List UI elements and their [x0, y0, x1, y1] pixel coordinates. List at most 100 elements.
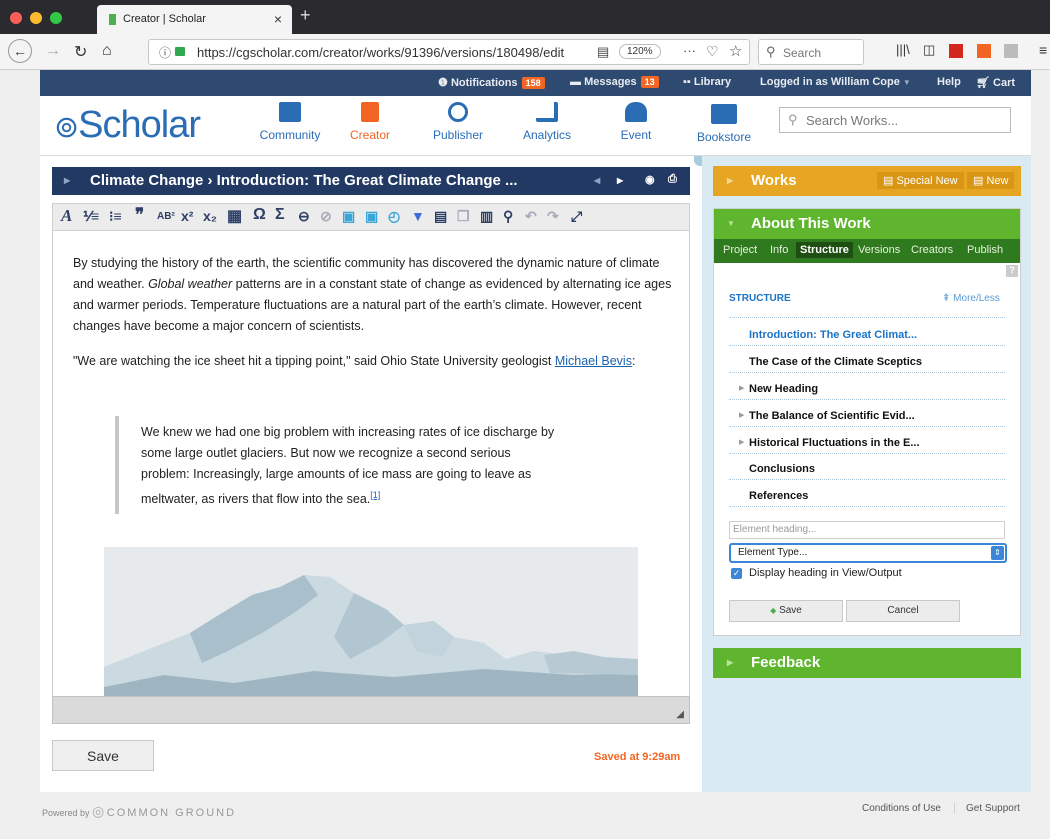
- close-tab-icon[interactable]: ×: [274, 11, 282, 27]
- feedback-panel-header[interactable]: ▶ Feedback: [713, 648, 1021, 678]
- font-style-icon[interactable]: A: [61, 206, 72, 226]
- nav-community[interactable]: Community: [250, 102, 330, 142]
- reader-view-icon[interactable]: ▤: [597, 44, 609, 60]
- nav-analytics[interactable]: Analytics: [507, 102, 587, 142]
- nav-publisher[interactable]: Publisher: [418, 102, 498, 142]
- expand-item-icon[interactable]: ▶: [739, 411, 744, 419]
- structure-cancel-button[interactable]: Cancel: [846, 600, 960, 622]
- superscript-icon[interactable]: x²: [181, 208, 193, 224]
- conditions-of-use-link[interactable]: Conditions of Use: [862, 803, 941, 814]
- structure-item[interactable]: Conclusions: [749, 463, 815, 475]
- search-works-input[interactable]: ⚲ Search Works...: [779, 107, 1011, 133]
- get-support-link[interactable]: Get Support: [966, 803, 1020, 814]
- zoom-level[interactable]: 120%: [619, 44, 661, 59]
- new-tab-icon[interactable]: +: [300, 5, 311, 26]
- reload-icon[interactable]: ↻: [74, 42, 87, 62]
- menu-icon[interactable]: ≡: [1039, 42, 1047, 58]
- nav-bookstore[interactable]: Bookstore: [684, 104, 764, 144]
- print-icon[interactable]: ⎙: [668, 173, 677, 186]
- back-icon[interactable]: ←: [8, 39, 32, 63]
- sc-extension-icon[interactable]: [977, 44, 991, 58]
- nav-creator[interactable]: Creator: [330, 102, 410, 142]
- copy-icon[interactable]: ❐: [457, 208, 470, 225]
- maximize-window-icon[interactable]: [50, 12, 62, 24]
- insert-embed-icon[interactable]: ▤: [434, 208, 447, 225]
- forward-icon[interactable]: →: [45, 42, 61, 60]
- tab-versions[interactable]: Versions: [858, 244, 900, 256]
- info-icon[interactable]: ⓘ: [159, 44, 171, 61]
- notifications-link[interactable]: ❶ Notifications 158: [438, 76, 545, 89]
- insert-image-icon[interactable]: ▣: [342, 208, 355, 225]
- extension-icon[interactable]: [1004, 44, 1018, 58]
- pdf-extension-icon[interactable]: [949, 44, 963, 58]
- bullet-list-icon[interactable]: ⁝≡: [109, 208, 122, 225]
- resize-handle-icon[interactable]: ◢: [676, 709, 684, 720]
- find-icon[interactable]: ⚲: [503, 208, 513, 225]
- tab-project[interactable]: Project: [723, 244, 757, 256]
- michael-bevis-link[interactable]: Michael Bevis: [555, 354, 632, 368]
- works-panel-header[interactable]: ▶ Works ▤ Special New ▤ New: [713, 166, 1021, 196]
- help-question-icon[interactable]: ?: [1006, 265, 1018, 277]
- insert-media-icon[interactable]: ▣: [365, 208, 378, 225]
- footnote-link[interactable]: [1]: [370, 490, 380, 500]
- element-heading-input[interactable]: Element heading...: [729, 521, 1005, 539]
- structure-item[interactable]: New Heading: [749, 383, 818, 395]
- element-type-select[interactable]: Element Type... ⇕: [729, 543, 1007, 563]
- equation-icon[interactable]: Σ: [275, 206, 285, 224]
- structure-item[interactable]: Introduction: The Great Climat...: [749, 329, 917, 341]
- tab-publish[interactable]: Publish: [967, 244, 1003, 256]
- about-panel-header[interactable]: ▼ About This Work: [714, 209, 1020, 239]
- view-icon[interactable]: ◉: [645, 173, 655, 186]
- cart-link[interactable]: 🛒︎ Cart: [976, 76, 1015, 89]
- new-work-button[interactable]: ▤ New: [967, 172, 1015, 189]
- structure-item[interactable]: References: [749, 490, 808, 502]
- blockquote-icon[interactable]: ❞: [135, 205, 144, 225]
- expand-icon[interactable]: ▶: [64, 176, 70, 185]
- tab-structure[interactable]: Structure: [796, 242, 853, 258]
- sidebar-icon[interactable]: ◫: [923, 42, 935, 58]
- abbreviation-icon[interactable]: AB²: [157, 211, 175, 222]
- special-new-button[interactable]: ▤ Special New: [877, 172, 964, 189]
- structure-save-button[interactable]: ◆ Save: [729, 600, 843, 622]
- tab-info[interactable]: Info: [770, 244, 788, 256]
- help-link[interactable]: Help: [937, 76, 961, 88]
- scholar-logo[interactable]: ⊚Scholar: [54, 104, 201, 147]
- save-button[interactable]: Save: [52, 740, 154, 771]
- more-less-toggle[interactable]: ⇞ More/Less: [942, 293, 1000, 304]
- prev-section-icon[interactable]: ◀: [594, 176, 600, 185]
- undo-icon[interactable]: ↶: [525, 208, 537, 225]
- logged-in-dropdown[interactable]: Logged in as William Cope ▼: [760, 76, 911, 88]
- ordered-list-icon[interactable]: ⅟≡: [83, 208, 99, 225]
- subscript-icon[interactable]: x₂: [203, 208, 217, 224]
- home-icon[interactable]: ⌂: [102, 42, 112, 60]
- url-bar[interactable]: ⓘ https://cgscholar.com/creator/works/91…: [148, 39, 750, 65]
- table-icon[interactable]: ▦: [227, 206, 242, 226]
- special-character-icon[interactable]: Ω: [253, 206, 266, 224]
- unlink-icon[interactable]: ⊘: [320, 208, 332, 225]
- expand-item-icon[interactable]: ▶: [739, 384, 744, 392]
- fullscreen-icon[interactable]: ⤢: [571, 208, 582, 225]
- display-heading-checkbox[interactable]: ✓: [731, 568, 742, 579]
- link-icon[interactable]: ⊖: [298, 208, 310, 225]
- next-section-icon[interactable]: ▶: [617, 176, 623, 185]
- close-window-icon[interactable]: [10, 12, 22, 24]
- library-link[interactable]: ▪▪ Library: [683, 76, 731, 88]
- tab-creators[interactable]: Creators: [911, 244, 953, 256]
- browser-search-input[interactable]: ⚲ Search: [758, 39, 864, 65]
- structure-item[interactable]: The Balance of Scientific Evid...: [749, 410, 915, 422]
- structure-item[interactable]: Historical Fluctuations in the E...: [749, 437, 920, 449]
- bookmark-star-icon[interactable]: ☆: [729, 42, 742, 60]
- pocket-icon[interactable]: ♡: [706, 43, 719, 60]
- minimize-window-icon[interactable]: [30, 12, 42, 24]
- redo-icon[interactable]: ↷: [547, 208, 559, 225]
- insert-audio-icon[interactable]: ▼: [411, 208, 425, 224]
- library-icon[interactable]: |||\: [896, 42, 910, 57]
- structure-item[interactable]: The Case of the Climate Sceptics: [749, 356, 922, 368]
- more-actions-icon[interactable]: ···: [683, 43, 696, 58]
- browser-tab[interactable]: Creator | Scholar ×: [97, 5, 292, 34]
- nav-event[interactable]: Event: [596, 102, 676, 142]
- messages-link[interactable]: ▬ Messages 13: [570, 76, 659, 88]
- insert-video-icon[interactable]: ◴: [388, 208, 400, 225]
- paste-icon[interactable]: ▥: [480, 208, 493, 225]
- rich-text-editor[interactable]: By studying the history of the earth, th…: [52, 231, 690, 696]
